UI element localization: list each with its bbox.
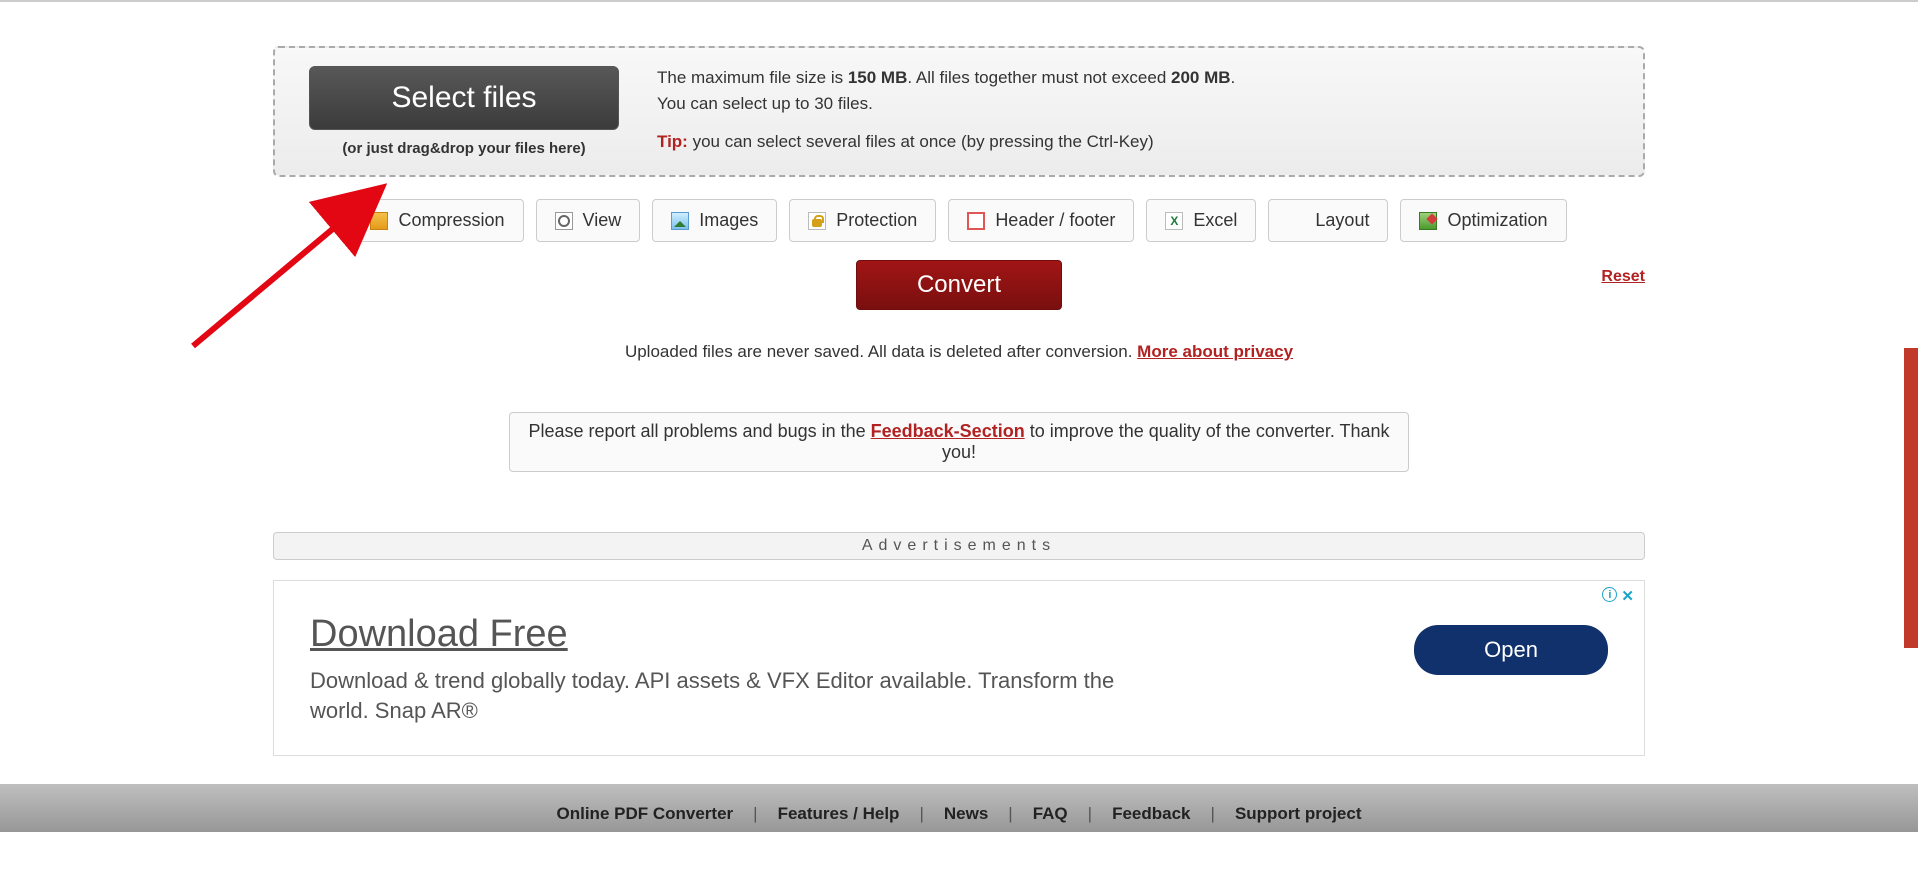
ad-info-icon[interactable]: i xyxy=(1602,587,1617,602)
select-files-button[interactable]: Select files xyxy=(309,66,619,130)
privacy-note: Uploaded files are never saved. All data… xyxy=(273,342,1645,362)
compression-icon xyxy=(370,212,388,230)
protection-icon xyxy=(808,212,826,230)
feedback-box: Please report all problems and bugs in t… xyxy=(509,412,1409,472)
tab-label: Images xyxy=(699,210,758,231)
footer: Online PDF Converter| Features / Help| N… xyxy=(0,784,1918,832)
tab-label: Layout xyxy=(1315,210,1369,231)
convert-row: Convert Reset xyxy=(273,260,1645,310)
ad-banner[interactable]: i ✕ Download Free Download & trend globa… xyxy=(273,580,1645,756)
ad-close-icon[interactable]: ✕ xyxy=(1621,587,1634,605)
ad-description: Download & trend globally today. API ass… xyxy=(310,666,1170,725)
file-dropzone[interactable]: Select files (or just drag&drop your fil… xyxy=(273,46,1645,177)
tip-line: Tip: you can select several files at onc… xyxy=(657,130,1235,154)
footer-link[interactable]: Support project xyxy=(1235,804,1362,824)
tab-layout[interactable]: Layout xyxy=(1268,199,1388,242)
footer-link[interactable]: Features / Help xyxy=(778,804,900,824)
ad-content: Download Free Download & trend globally … xyxy=(310,613,1170,725)
right-edge-bar xyxy=(1904,348,1918,648)
tab-label: Header / footer xyxy=(995,210,1115,231)
main-container: Select files (or just drag&drop your fil… xyxy=(273,46,1645,756)
footer-link[interactable]: FAQ xyxy=(1033,804,1068,824)
footer-link[interactable]: Feedback xyxy=(1112,804,1190,824)
tab-label: Compression xyxy=(398,210,504,231)
tab-protection[interactable]: Protection xyxy=(789,199,936,242)
tab-header-footer[interactable]: Header / footer xyxy=(948,199,1134,242)
tab-label: Excel xyxy=(1193,210,1237,231)
footer-link[interactable]: Online PDF Converter xyxy=(557,804,734,824)
max-total-value: 200 MB xyxy=(1171,68,1231,87)
max-size-value: 150 MB xyxy=(848,68,908,87)
tab-images[interactable]: Images xyxy=(652,199,777,242)
images-icon xyxy=(671,212,689,230)
ad-controls: i ✕ xyxy=(1602,587,1634,605)
footer-nav: Online PDF Converter| Features / Help| N… xyxy=(0,804,1918,824)
privacy-link[interactable]: More about privacy xyxy=(1137,342,1293,361)
header-footer-icon xyxy=(967,212,985,230)
ads-label: Advertisements xyxy=(273,532,1645,560)
top-divider xyxy=(0,0,1918,2)
tip-label: Tip: xyxy=(657,132,688,151)
tab-excel[interactable]: Excel xyxy=(1146,199,1256,242)
max-count-line: You can select up to 30 files. xyxy=(657,92,1235,116)
select-column: Select files (or just drag&drop your fil… xyxy=(299,66,629,157)
tab-optimization[interactable]: Optimization xyxy=(1400,199,1566,242)
option-tabs: Compression View Images Protection Heade… xyxy=(273,199,1645,242)
tab-view[interactable]: View xyxy=(536,199,641,242)
layout-icon xyxy=(1287,212,1305,230)
reset-link[interactable]: Reset xyxy=(1601,268,1645,286)
max-size-line: The maximum file size is 150 MB. All fil… xyxy=(657,66,1235,90)
optimization-icon xyxy=(1419,212,1437,230)
tab-label: View xyxy=(583,210,622,231)
drag-drop-hint: (or just drag&drop your files here) xyxy=(299,140,629,157)
tab-compression[interactable]: Compression xyxy=(351,199,523,242)
view-icon xyxy=(555,212,573,230)
feedback-link[interactable]: Feedback-Section xyxy=(871,421,1025,441)
ad-open-button[interactable]: Open xyxy=(1414,625,1608,675)
convert-button[interactable]: Convert xyxy=(856,260,1062,310)
ad-title[interactable]: Download Free xyxy=(310,613,1170,656)
excel-icon xyxy=(1165,212,1183,230)
tab-label: Protection xyxy=(836,210,917,231)
upload-info: The maximum file size is 150 MB. All fil… xyxy=(629,66,1235,155)
footer-link[interactable]: News xyxy=(944,804,988,824)
tab-label: Optimization xyxy=(1447,210,1547,231)
